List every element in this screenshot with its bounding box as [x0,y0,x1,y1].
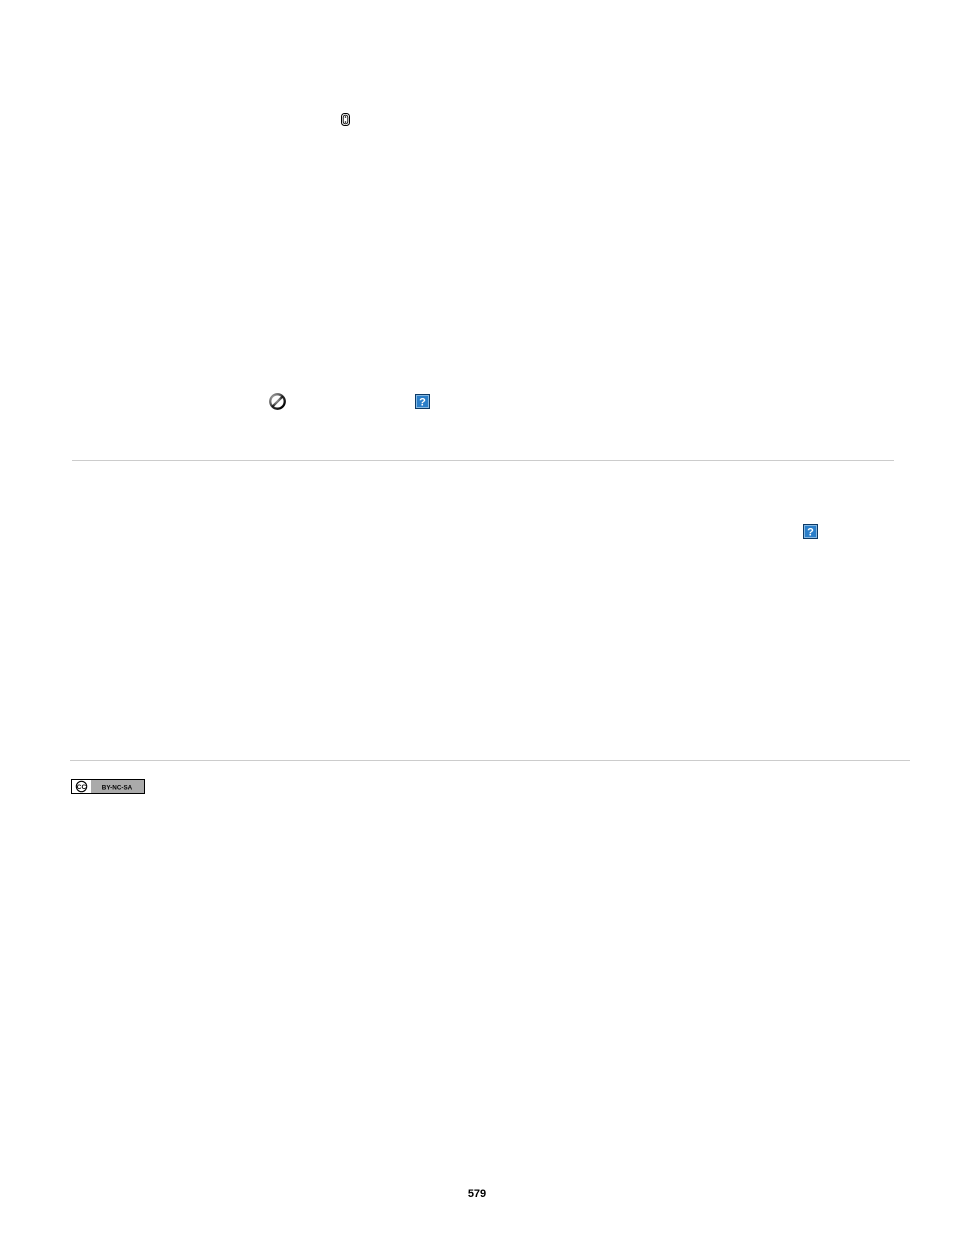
no-entry-icon [269,393,286,410]
help-icon[interactable]: ? [415,394,430,409]
svg-text:CC: CC [77,784,87,791]
cc-license-text: BY-NC-SA [102,784,133,791]
page-number: 579 [0,1188,954,1200]
section-divider [70,760,910,761]
svg-text:?: ? [807,527,814,539]
cc-by-nc-sa-badge[interactable]: CC BY-NC-SA [71,779,145,794]
section-divider [72,460,894,461]
svg-text:?: ? [419,397,426,409]
attachment-icon [340,113,351,129]
help-icon[interactable]: ? [803,524,818,539]
